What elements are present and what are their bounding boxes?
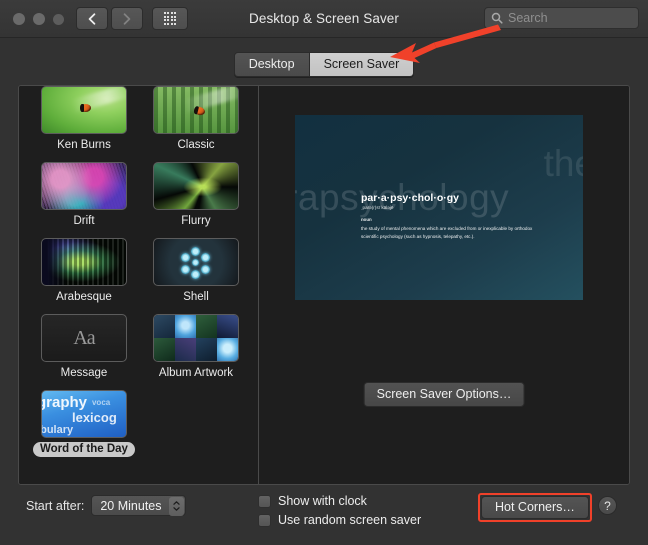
help-button[interactable]: ? — [598, 496, 617, 515]
show-with-clock-row[interactable]: Show with clock — [258, 494, 421, 508]
list-item-label: Drift — [73, 215, 95, 227]
start-after-value: 20 Minutes — [100, 498, 162, 513]
thumbnail-shell[interactable] — [152, 238, 239, 286]
word-fragment: voca — [91, 398, 111, 407]
search-field[interactable]: Search — [484, 7, 639, 29]
chevron-down-icon — [172, 507, 180, 511]
chevron-up-icon — [172, 501, 180, 505]
thumbnail-classic[interactable] — [152, 86, 239, 134]
list-item-label: Album Artwork — [158, 367, 234, 379]
screen-saver-list[interactable]: Ken Burns Classic Drift Flurry Arabesque… — [19, 86, 259, 484]
list-item-label: Classic — [177, 139, 215, 151]
thumbnail-flurry[interactable] — [152, 162, 239, 210]
list-item-label: Flurry — [181, 215, 211, 227]
preview-headword: par·a·psy·chol·o·gy — [361, 192, 460, 204]
use-random-screen-saver-label: Use random screen saver — [278, 513, 422, 527]
list-item[interactable]: Aa Message — [33, 314, 135, 381]
use-random-row[interactable]: Use random screen saver — [258, 513, 421, 527]
show-with-clock-label: Show with clock — [278, 494, 367, 508]
list-item-label: Arabesque — [56, 291, 112, 303]
preview-part-of-speech: noun — [361, 217, 372, 222]
thumbnail-drift[interactable] — [40, 162, 127, 210]
preview-pane: the parapsychology par·a·psy·chol·o·gy ˌ… — [259, 86, 629, 484]
word-fragment: lexicog — [71, 410, 117, 425]
list-item-label-selected: Word of the Day — [33, 442, 135, 457]
thumbnail-ken-burns[interactable] — [40, 86, 127, 134]
message-thumb-text: Aa — [73, 326, 95, 349]
start-after-popup[interactable]: 20 Minutes — [91, 495, 186, 516]
tab-bar: Desktop Screen Saver — [0, 52, 648, 77]
list-item[interactable]: graphy lexicog abulary voca Word of the … — [33, 390, 135, 457]
content-frame: Ken Burns Classic Drift Flurry Arabesque… — [18, 85, 630, 485]
show-with-clock-checkbox[interactable] — [258, 494, 271, 508]
thumbnail-arabesque[interactable] — [40, 238, 127, 286]
screen-saver-options-button[interactable]: Screen Saver Options… — [363, 382, 525, 407]
tab-desktop[interactable]: Desktop — [234, 53, 310, 76]
thumbnail-word-of-the-day[interactable]: graphy lexicog abulary voca — [40, 390, 127, 438]
list-item[interactable]: Flurry — [147, 162, 245, 229]
list-item[interactable]: Ken Burns — [33, 86, 135, 153]
stepper-icon[interactable] — [168, 496, 184, 516]
search-icon — [491, 12, 503, 24]
thumbnail-message[interactable]: Aa — [40, 314, 127, 362]
start-after-row: Start after: 20 Minutes — [26, 495, 186, 516]
preview-definition: the study of mental phenomena which are … — [361, 226, 533, 239]
hot-corners-highlight: Hot Corners… — [478, 493, 592, 522]
tab-screen-saver[interactable]: Screen Saver — [309, 53, 414, 76]
system-preferences-window: Desktop & Screen Saver Search Desktop Sc… — [0, 0, 648, 545]
list-item-label: Shell — [183, 291, 209, 303]
preview-pronunciation: ˌparə(r)sīˈkäləjē — [361, 205, 394, 210]
sheen-overlay — [183, 87, 238, 113]
list-item[interactable]: Album Artwork — [147, 314, 245, 381]
list-item[interactable]: Shell — [147, 238, 245, 305]
list-item[interactable]: Drift — [33, 162, 135, 229]
window-titlebar: Desktop & Screen Saver Search — [0, 0, 648, 38]
search-placeholder: Search — [508, 11, 548, 25]
use-random-screen-saver-checkbox[interactable] — [258, 513, 271, 527]
word-fragment: abulary — [40, 424, 74, 436]
start-after-label: Start after: — [26, 498, 85, 513]
list-item-label: Message — [60, 367, 108, 379]
list-item-label: Ken Burns — [57, 139, 111, 151]
list-item[interactable]: Classic — [147, 86, 245, 153]
hot-corners-button[interactable]: Hot Corners… — [481, 496, 589, 519]
checkbox-group: Show with clock Use random screen saver — [258, 494, 421, 532]
preview-ghost-word-right: the — [543, 143, 583, 184]
bottom-controls: Start after: 20 Minutes Show with clock — [0, 490, 648, 545]
word-fragment: graphy — [40, 394, 87, 411]
screen-saver-preview: the parapsychology par·a·psy·chol·o·gy ˌ… — [295, 115, 583, 300]
ladybug-icon — [79, 104, 91, 112]
thumbnail-album-artwork[interactable] — [152, 314, 239, 362]
list-item[interactable]: Arabesque — [33, 238, 135, 305]
